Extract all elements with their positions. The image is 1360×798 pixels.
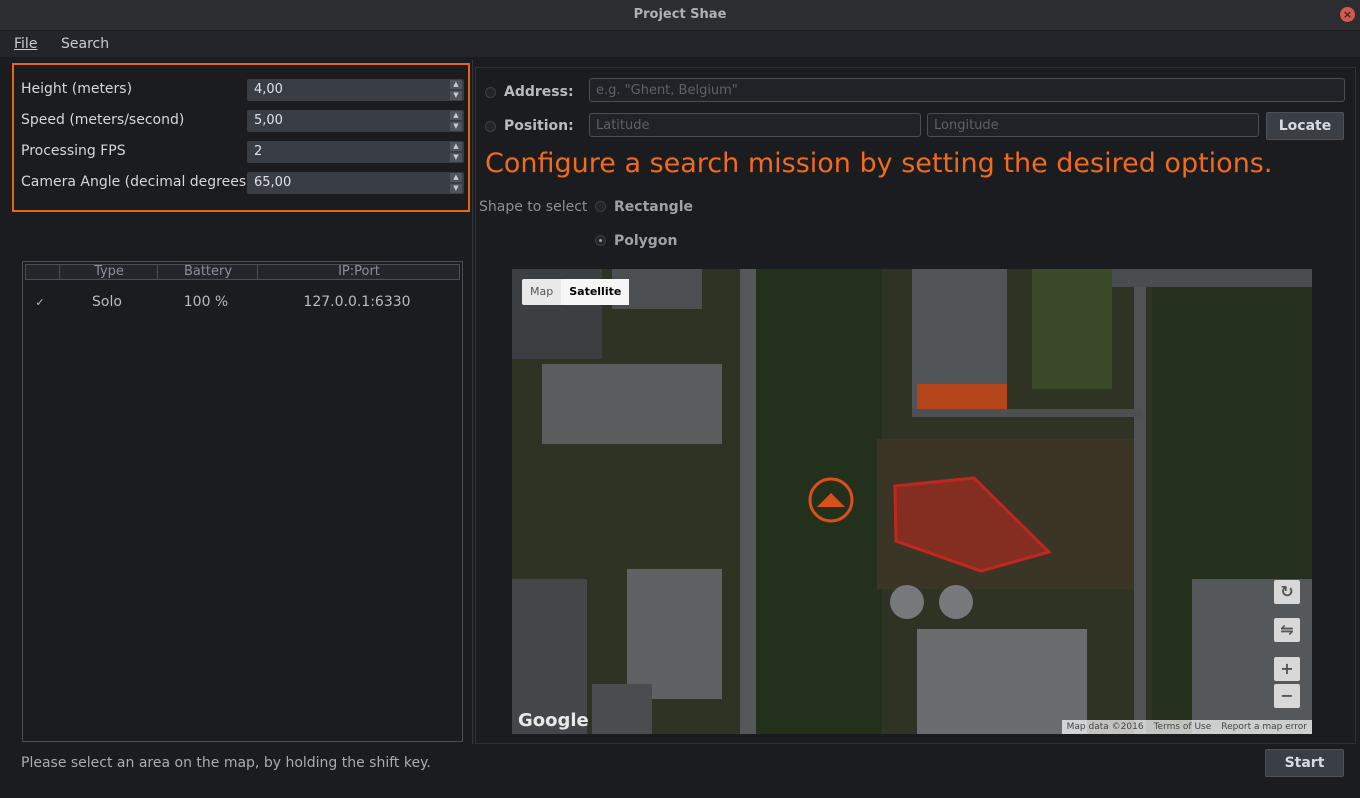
menu-file[interactable]: File: [14, 36, 37, 52]
address-label: Address:: [504, 84, 574, 100]
longitude-input[interactable]: [928, 114, 1258, 137]
panel-divider[interactable]: [472, 60, 473, 744]
report-map-error-link[interactable]: Report a map error: [1216, 720, 1312, 734]
status-message: Please select an area on the map, by hol…: [21, 755, 431, 771]
spin-up-icon[interactable]: ▲: [450, 111, 462, 120]
drone-battery: 100 %: [183, 294, 229, 310]
drone-ip-port: 127.0.0.1:6330: [303, 294, 411, 310]
spin-down-icon[interactable]: ▼: [450, 153, 462, 162]
map-attribution: Map data ©2016 Terms of Use Report a map…: [1061, 720, 1312, 734]
column-header-ip-port[interactable]: IP:Port: [257, 265, 460, 279]
spin-down-icon[interactable]: ▼: [450, 91, 462, 100]
drone-table[interactable]: Type Battery IP:Port ✓ Solo 100 % 127.0.…: [22, 261, 463, 742]
latitude-field[interactable]: [589, 113, 921, 137]
title-bar: Project Shae ×: [0, 0, 1360, 31]
instruction-overlay: Configure a search mission by setting th…: [485, 148, 1273, 179]
address-input[interactable]: [590, 79, 1344, 102]
polygon-radio[interactable]: [595, 235, 606, 246]
column-header-battery[interactable]: Battery: [157, 265, 258, 279]
satellite-map[interactable]: Map Satellite ↻ ⇋ + − Google Map data ©2…: [512, 269, 1312, 734]
shape-select-label: Shape to select: [479, 199, 588, 215]
position-label: Position:: [504, 118, 574, 134]
fps-value: 2: [254, 144, 263, 159]
google-logo: Google: [518, 710, 589, 731]
address-field[interactable]: [589, 78, 1345, 102]
spin-up-icon[interactable]: ▲: [450, 142, 462, 151]
column-header-type[interactable]: Type: [59, 265, 158, 279]
drone-type: Solo: [92, 294, 122, 310]
close-icon[interactable]: ×: [1340, 7, 1355, 22]
zoom-in-icon[interactable]: +: [1274, 657, 1300, 681]
menu-search[interactable]: Search: [61, 36, 109, 52]
polygon-option-label[interactable]: Polygon: [614, 233, 677, 249]
height-spinbox[interactable]: 4,00 ▲ ▼: [247, 79, 464, 101]
camera-angle-value: 65,00: [254, 175, 292, 190]
spin-up-icon[interactable]: ▲: [450, 80, 462, 89]
locate-button[interactable]: Locate: [1266, 112, 1344, 140]
spin-up-icon[interactable]: ▲: [450, 173, 462, 182]
speed-value: 5,00: [254, 113, 283, 128]
height-value: 4,00: [254, 82, 283, 97]
map-type-satellite[interactable]: Satellite: [561, 279, 630, 305]
menu-bar: File Search: [0, 31, 1360, 57]
column-header-check[interactable]: [26, 265, 59, 279]
map-imagery: [512, 269, 1312, 734]
window-title: Project Shae: [633, 7, 727, 22]
terms-of-use-link[interactable]: Terms of Use: [1149, 720, 1217, 734]
camera-angle-label: Camera Angle (decimal degrees): [21, 174, 252, 190]
speed-label: Speed (meters/second): [21, 112, 185, 128]
spin-down-icon[interactable]: ▼: [450, 184, 462, 193]
table-header: Type Battery IP:Port: [25, 264, 460, 280]
row-checkbox[interactable]: ✓: [33, 296, 47, 310]
longitude-field[interactable]: [927, 113, 1259, 137]
address-radio[interactable]: [485, 87, 496, 98]
height-label: Height (meters): [21, 81, 133, 97]
tilt-icon[interactable]: ⇋: [1274, 618, 1300, 642]
table-row[interactable]: ✓ Solo 100 % 127.0.0.1:6330: [25, 290, 460, 316]
rectangle-option-label[interactable]: Rectangle: [614, 199, 693, 215]
position-radio[interactable]: [485, 121, 496, 132]
zoom-out-icon[interactable]: −: [1274, 684, 1300, 708]
rectangle-radio[interactable]: [595, 201, 606, 212]
speed-spinbox[interactable]: 5,00 ▲ ▼: [247, 110, 464, 132]
fps-spinbox[interactable]: 2 ▲ ▼: [247, 141, 464, 163]
latitude-input[interactable]: [590, 114, 920, 137]
map-data-credit: Map data ©2016: [1066, 722, 1144, 732]
fps-label: Processing FPS: [21, 143, 126, 159]
camera-angle-spinbox[interactable]: 65,00 ▲ ▼: [247, 172, 464, 194]
spin-down-icon[interactable]: ▼: [450, 122, 462, 131]
map-type-map[interactable]: Map: [522, 279, 561, 305]
map-type-toggle: Map Satellite: [522, 279, 630, 305]
start-button[interactable]: Start: [1265, 749, 1344, 777]
rotate-icon[interactable]: ↻: [1274, 580, 1300, 604]
